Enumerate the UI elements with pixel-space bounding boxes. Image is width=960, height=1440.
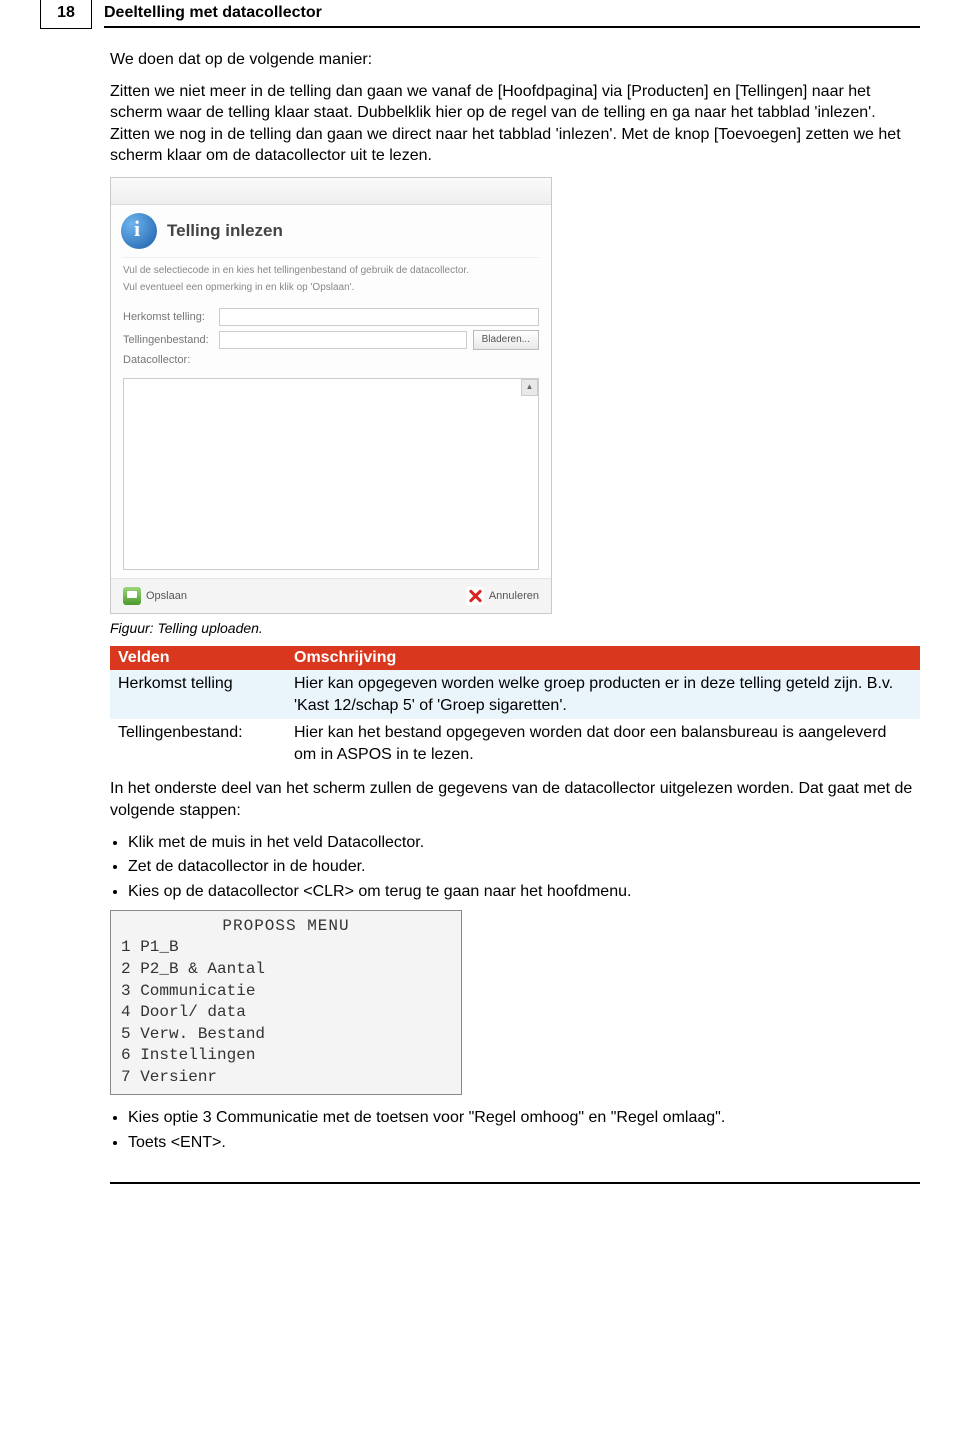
fields-table: Velden Omschrijving Herkomst telling Hie… (110, 646, 920, 768)
cell-field: Herkomst telling (110, 670, 286, 719)
herkomst-input[interactable] (219, 308, 539, 326)
cell-field: Tellingenbestand: (110, 719, 286, 768)
cell-desc: Hier kan het bestand opgegeven worden da… (286, 719, 920, 768)
list-item: Kies op de datacollector <CLR> om terug … (128, 881, 920, 903)
bestand-input[interactable] (219, 331, 467, 349)
proposs-menu: PROPOSS MENU 1 P1_B2 P2_B & Aantal3 Comm… (110, 910, 462, 1095)
save-button[interactable]: Opslaan (123, 587, 187, 605)
dialog-instruction-1: Vul de selectiecode in en kies het telli… (111, 262, 551, 279)
steps-list-2: Kies optie 3 Communicatie met de toetsen… (110, 1107, 920, 1153)
list-item: Klik met de muis in het veld Datacollect… (128, 832, 920, 854)
datacollector-textarea[interactable] (123, 378, 539, 570)
label-datacollector: Datacollector: (123, 354, 219, 366)
table-row: Herkomst telling Hier kan opgegeven word… (110, 670, 920, 719)
steps-intro: In het onderste deel van het scherm zull… (110, 778, 920, 821)
label-herkomst: Herkomst telling: (123, 311, 219, 323)
table-row: Tellingenbestand: Hier kan het bestand o… (110, 719, 920, 768)
dialog-instruction-2: Vul eventueel een opmerking in en klik o… (111, 279, 551, 296)
header-rule (104, 26, 920, 28)
steps-list-1: Klik met de muis in het veld Datacollect… (110, 832, 920, 903)
label-bestand: Tellingenbestand: (123, 334, 219, 346)
menu-line: 3 Communicatie (121, 981, 451, 1003)
page-number: 18 (40, 0, 92, 29)
save-icon (123, 587, 141, 605)
footer-rule (110, 1182, 920, 1184)
menu-line: 6 Instellingen (121, 1045, 451, 1067)
info-icon (121, 213, 157, 249)
list-item: Zet de datacollector in de houder. (128, 856, 920, 878)
menu-line: 2 P2_B & Aantal (121, 959, 451, 981)
menu-title: PROPOSS MENU (121, 917, 451, 935)
th-omschrijving: Omschrijving (286, 646, 920, 670)
save-button-label: Opslaan (146, 590, 187, 602)
cancel-icon (466, 587, 484, 605)
menu-line: 1 P1_B (121, 937, 451, 959)
intro-line: We doen dat op de volgende manier: (110, 49, 920, 71)
cancel-button[interactable]: Annuleren (466, 587, 539, 605)
dialog-titlebar (111, 178, 551, 205)
cancel-button-label: Annuleren (489, 590, 539, 602)
th-velden: Velden (110, 646, 286, 670)
menu-line: 4 Doorl/ data (121, 1002, 451, 1024)
menu-line: 7 Versienr (121, 1067, 451, 1089)
browse-button[interactable]: Bladeren... (473, 330, 539, 350)
instructions-paragraph: Zitten we niet meer in de telling dan ga… (110, 81, 920, 167)
dialog-telling-inlezen: Telling inlezen Vul de selectiecode in e… (110, 177, 552, 614)
scroll-up-icon[interactable]: ▲ (521, 379, 538, 396)
list-item: Toets <ENT>. (128, 1132, 920, 1154)
list-item: Kies optie 3 Communicatie met de toetsen… (128, 1107, 920, 1129)
menu-line: 5 Verw. Bestand (121, 1024, 451, 1046)
cell-desc: Hier kan opgegeven worden welke groep pr… (286, 670, 920, 719)
dialog-title: Telling inlezen (167, 221, 283, 241)
page-title: Deeltelling met datacollector (104, 4, 920, 24)
figure-caption: Figuur: Telling uploaden. (110, 620, 920, 636)
